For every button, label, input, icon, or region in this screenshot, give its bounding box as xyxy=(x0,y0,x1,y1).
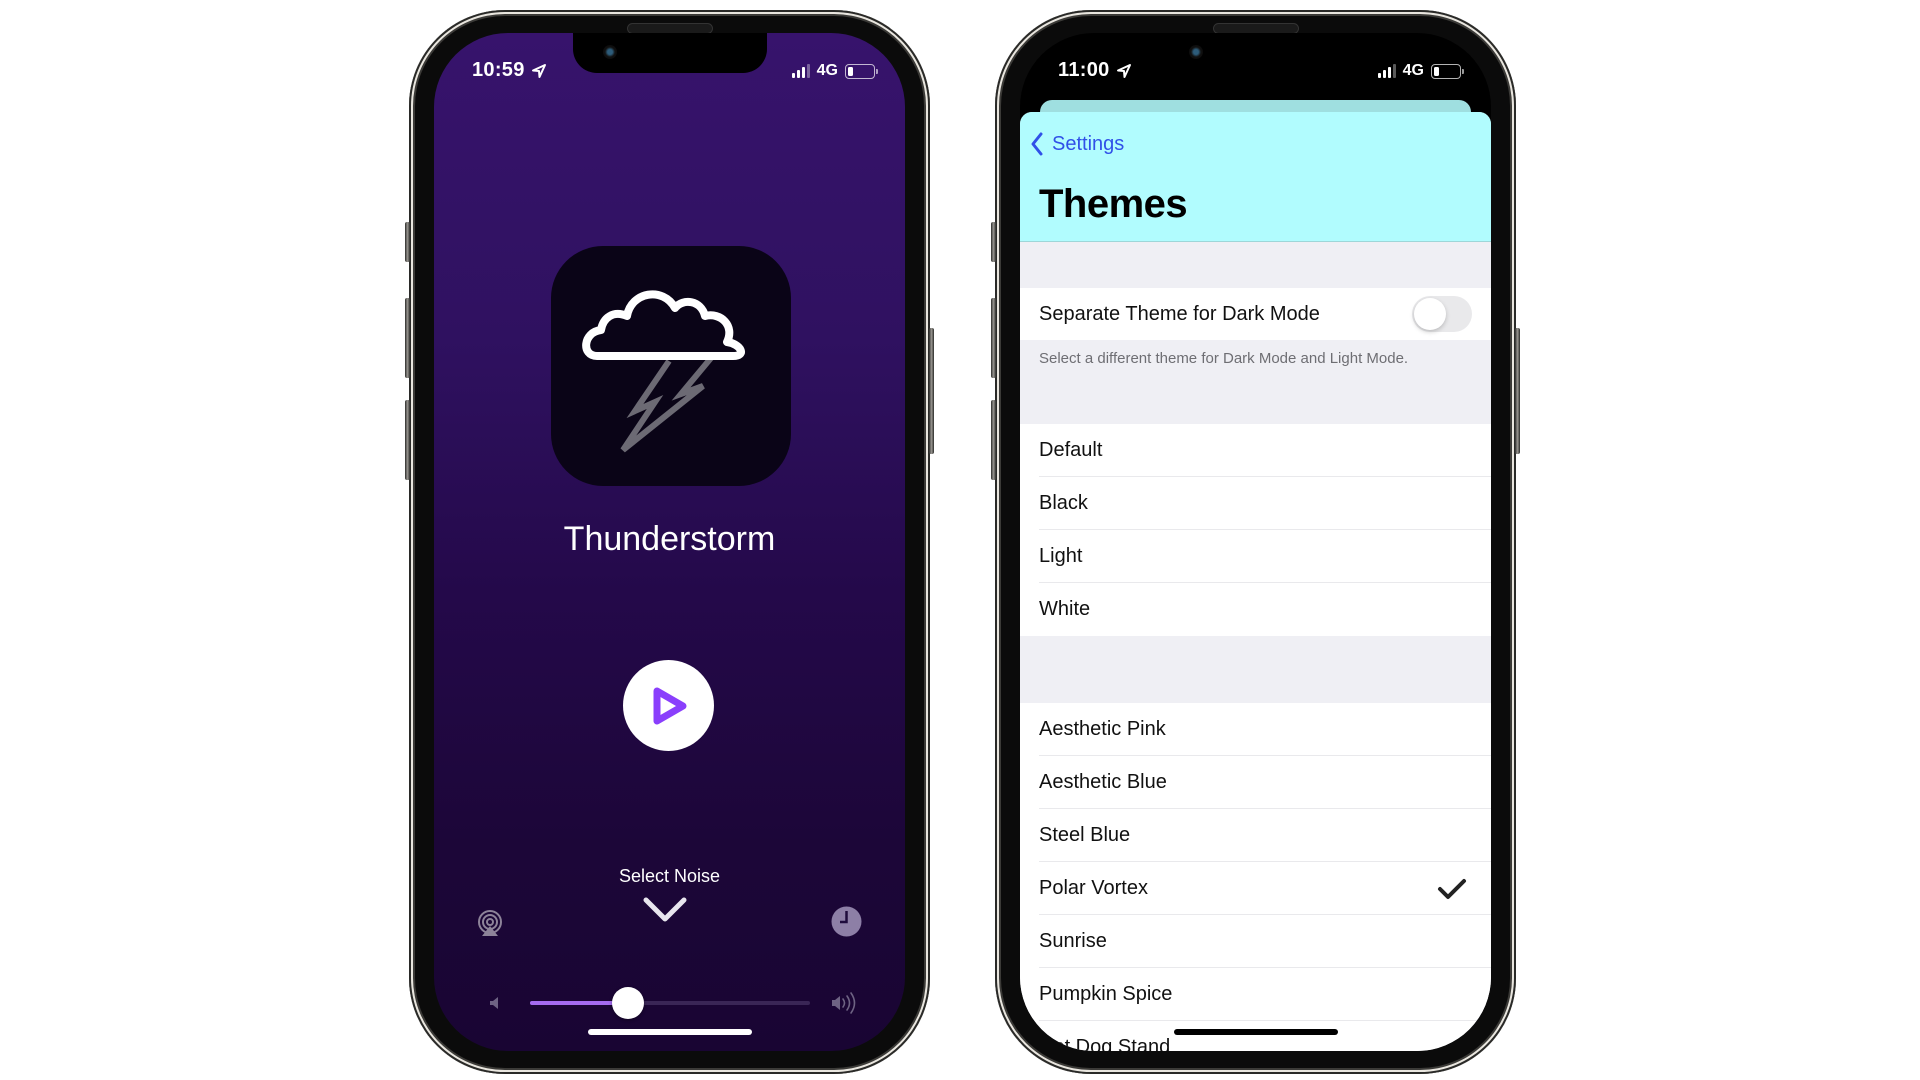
status-bar: 11:00 4G xyxy=(1020,59,1491,87)
toggle-thumb xyxy=(1414,298,1446,330)
theme-option-label: Steel Blue xyxy=(1039,824,1131,846)
play-icon xyxy=(653,687,686,724)
theme-option-label: Light xyxy=(1039,545,1083,567)
theme-option-label: Aesthetic Blue xyxy=(1039,771,1167,793)
silent-switch xyxy=(991,222,996,262)
back-label: Settings xyxy=(1052,132,1125,155)
page-title: Themes xyxy=(1039,182,1188,226)
volume-up-button xyxy=(405,298,410,378)
theme-section-colorful: Aesthetic Pink Aesthetic Blue Steel Blue Po… xyxy=(1020,703,1491,1051)
theme-option[interactable]: Sunrise xyxy=(1020,915,1491,968)
theme-option-label: Polar Vortex xyxy=(1039,877,1148,899)
theme-option[interactable]: White xyxy=(1020,583,1491,636)
theme-option[interactable]: Aesthetic Pink xyxy=(1020,703,1491,756)
status-time: 10:59 xyxy=(472,59,547,82)
earpiece-speaker xyxy=(627,24,712,33)
theme-option[interactable]: Light xyxy=(1020,530,1491,583)
battery-icon xyxy=(845,63,878,79)
dark-mode-toggle-row: Separate Theme for Dark Mode xyxy=(1020,288,1491,340)
theme-option[interactable]: Steel Blue xyxy=(1020,809,1491,862)
theme-option[interactable]: Hot Dog Stand xyxy=(1020,1021,1491,1051)
battery-icon xyxy=(1431,63,1464,79)
back-button[interactable]: Settings xyxy=(1030,132,1124,156)
theme-option[interactable]: Pumpkin Spice xyxy=(1020,968,1491,1021)
theme-option[interactable]: Aesthetic Blue xyxy=(1020,756,1491,809)
location-arrow-icon xyxy=(1116,63,1131,78)
noise-player-screen: 10:59 4G Thunderstorm Select Noise xyxy=(434,33,905,1051)
theme-option-label: Sunrise xyxy=(1039,930,1107,952)
front-camera xyxy=(1188,45,1203,59)
earpiece-speaker xyxy=(1213,24,1298,33)
dark-mode-toggle[interactable] xyxy=(1412,296,1472,332)
power-button xyxy=(1515,328,1520,454)
themes-settings-screen: 11:00 4G Settings Themes Separate Theme … xyxy=(1020,33,1491,1051)
network-type: 4G xyxy=(1402,62,1424,79)
power-button xyxy=(929,328,934,454)
airplay-icon[interactable] xyxy=(477,910,503,936)
silent-switch xyxy=(405,222,410,262)
checkmark-icon xyxy=(1438,879,1466,899)
theme-option-label: Hot Dog Stand xyxy=(1039,1036,1171,1051)
timer-clock-icon[interactable] xyxy=(831,906,862,937)
volume-knob[interactable] xyxy=(612,987,644,1019)
speaker-low-icon xyxy=(490,997,498,1009)
speaker-high-icon xyxy=(832,992,856,1014)
themes-sheet: Settings Themes Separate Theme for Dark … xyxy=(1020,112,1491,1051)
right-phone-frame: 11:00 4G Settings Themes Separate Theme … xyxy=(991,10,1520,1074)
status-bar: 10:59 4G xyxy=(434,59,905,87)
play-button[interactable] xyxy=(623,660,714,751)
theme-option[interactable]: Black xyxy=(1020,477,1491,530)
left-phone-frame: 10:59 4G Thunderstorm Select Noise xyxy=(405,10,934,1074)
volume-down-button xyxy=(405,400,410,480)
dark-mode-footer: Select a different theme for Dark Mode a… xyxy=(1039,350,1409,367)
status-time: 11:00 xyxy=(1058,59,1132,82)
volume-down-button xyxy=(991,400,996,480)
front-camera xyxy=(602,45,617,59)
cellular-signal-icon xyxy=(1377,63,1396,78)
volume-up-button xyxy=(991,298,996,378)
home-indicator[interactable] xyxy=(1173,1029,1338,1035)
chevron-down-icon[interactable] xyxy=(642,895,688,925)
chevron-left-icon xyxy=(1031,132,1043,156)
network-type: 4G xyxy=(816,62,838,79)
navigation-header: Settings Themes xyxy=(1020,112,1491,242)
theme-option[interactable]: Polar Vortex xyxy=(1020,862,1491,915)
battery-level xyxy=(1434,66,1440,76)
battery-level xyxy=(848,66,854,76)
noise-title: Thunderstorm xyxy=(563,520,776,558)
thunderstorm-cloud-icon xyxy=(551,246,791,486)
theme-option-label: Default xyxy=(1039,439,1103,461)
select-noise-label[interactable]: Select Noise xyxy=(434,866,905,887)
home-indicator[interactable] xyxy=(587,1029,752,1035)
dark-mode-toggle-label: Separate Theme for Dark Mode xyxy=(1039,302,1320,325)
location-arrow-icon xyxy=(531,63,546,78)
theme-option-label: Pumpkin Spice xyxy=(1039,983,1173,1005)
theme-option[interactable]: Default xyxy=(1020,424,1491,477)
cellular-signal-icon xyxy=(791,63,810,78)
theme-option-label: Aesthetic Pink xyxy=(1039,718,1166,740)
theme-section-basic: Default Black Light White xyxy=(1020,424,1491,636)
volume-slider[interactable] xyxy=(530,987,810,1019)
theme-option-label: Black xyxy=(1039,492,1088,514)
theme-option-label: White xyxy=(1039,598,1091,620)
